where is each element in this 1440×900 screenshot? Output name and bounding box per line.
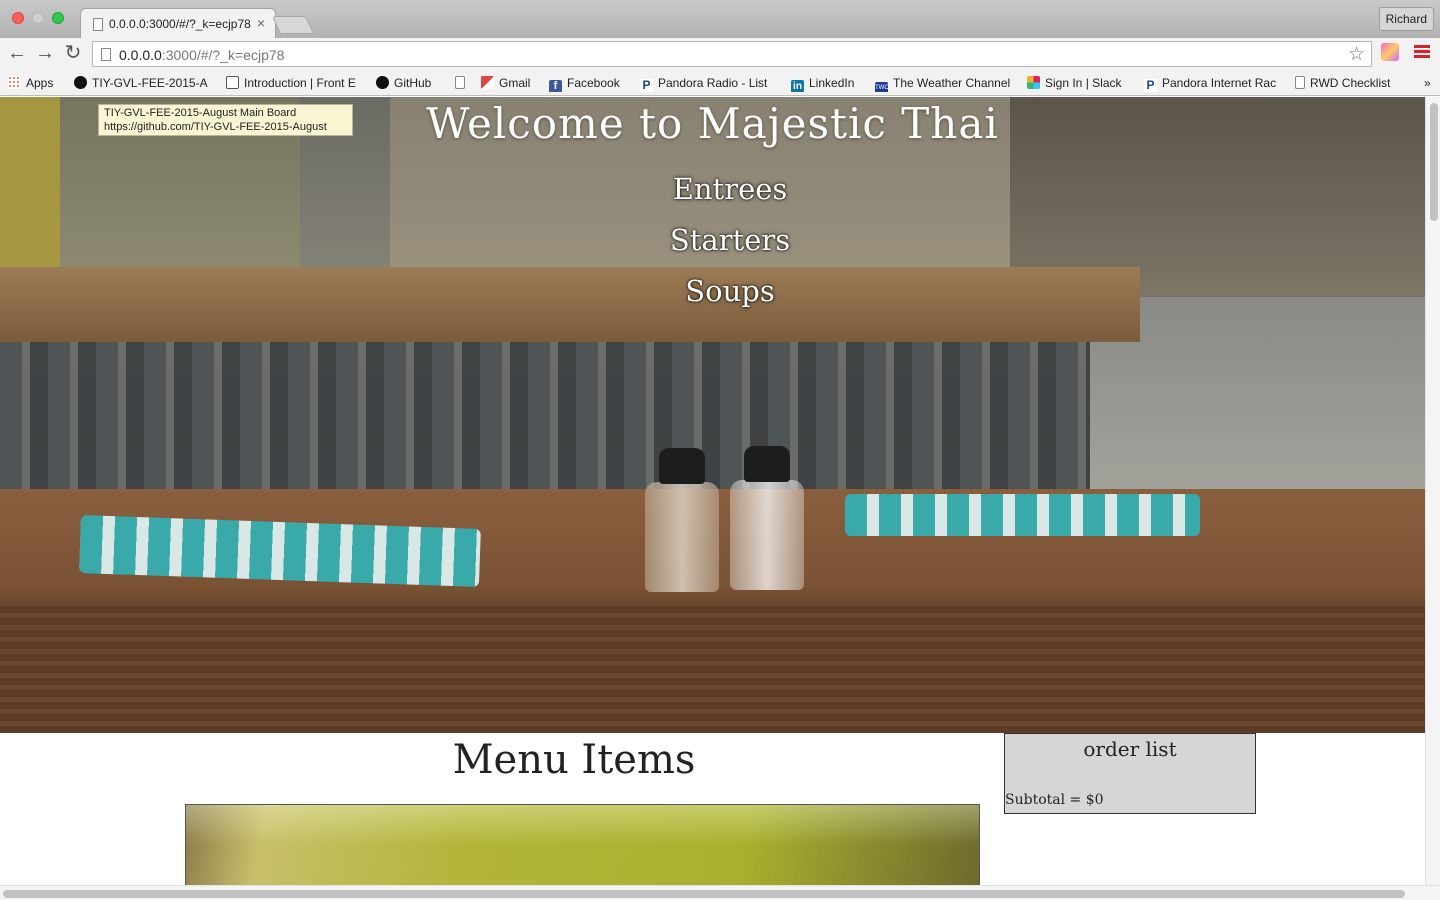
subtotal-text: Subtotal = $0: [1005, 792, 1104, 808]
page-content: Welcome to Majestic Thai Entrees Starter…: [0, 97, 1425, 885]
horizontal-scrollbar[interactable]: [0, 885, 1440, 900]
bookmark-label: Introduction | Front E: [244, 76, 356, 90]
browser-tab-active[interactable]: 0.0.0.0:3000/#/?_k=ecjp78 ×: [80, 8, 276, 38]
minimize-window-button[interactable]: [32, 12, 44, 24]
hero-bg-table-edge: [0, 602, 1425, 733]
bookmark-label: Gmail: [499, 76, 531, 90]
bookmark-label: RWD Checklist: [1310, 76, 1391, 90]
apps-icon: [8, 76, 21, 89]
menu-item-image-highlight: [186, 805, 979, 845]
bookmark-slack[interactable]: Sign In | Slack: [1027, 74, 1122, 92]
bookmark-star-icon[interactable]: ☆: [1348, 43, 1365, 66]
browser-toolbar: ← → ↻ 0.0.0.0:3000/#/?_k=ecjp78 ☆: [0, 38, 1440, 70]
bookmark-label: Pandora Internet Rac: [1162, 76, 1277, 90]
bookmark-label: Facebook: [567, 76, 620, 90]
url-path: :3000/#/?_k=ecjp78: [161, 47, 285, 63]
bookmark-label: Pandora Radio - List: [658, 76, 768, 90]
order-list-title: order list: [1083, 737, 1177, 761]
menu-items-title: Menu Items: [452, 737, 696, 783]
bookmark-label: TIY-GVL-FEE-2015-A: [92, 76, 208, 90]
menu-item-image: [185, 804, 980, 885]
tooltip-title: TIY-GVL-FEE-2015-August Main Board: [104, 107, 297, 119]
book-icon: [226, 76, 239, 89]
bookmark-rwd-checklist[interactable]: RWD Checklist: [1295, 74, 1390, 92]
nav-starters[interactable]: Starters: [0, 220, 1425, 271]
nav-soups[interactable]: Soups: [0, 271, 1425, 322]
horizontal-scroll-thumb[interactable]: [3, 890, 1405, 898]
linkedin-icon: in: [791, 80, 804, 92]
new-tab-button[interactable]: [271, 16, 315, 34]
chrome-menu-icon[interactable]: [1414, 45, 1430, 59]
order-list-panel: order list Subtotal = $0: [1004, 733, 1256, 814]
github-icon: [376, 76, 389, 89]
pandora-icon: P: [1144, 79, 1157, 92]
profile-button[interactable]: Richard: [1378, 7, 1434, 31]
bookmark-label: GitHub: [394, 76, 432, 90]
forward-arrow-icon[interactable]: →: [33, 42, 57, 66]
reload-icon[interactable]: ↻: [61, 42, 85, 66]
tab-close-icon[interactable]: ×: [257, 15, 265, 31]
bookmark-weather-channel[interactable]: TWC The Weather Channel: [875, 74, 1010, 92]
bookmark-label: The Weather Channel: [893, 76, 1011, 90]
menu-category-nav: Entrees Starters Soups: [0, 169, 1425, 322]
page-icon: [1295, 76, 1305, 89]
bookmarks-bar: Apps TIY-GVL-FEE-2015-A Introduction | F…: [0, 70, 1440, 96]
tab-title: 0.0.0.0:3000/#/?_k=ecjp78: [109, 17, 251, 31]
hero-banner: Welcome to Majestic Thai Entrees Starter…: [0, 97, 1425, 733]
tooltip-url: https://github.com/TIY-GVL-FEE-2015-Augu…: [104, 121, 327, 133]
nav-entrees[interactable]: Entrees: [0, 169, 1425, 220]
vertical-scrollbar[interactable]: [1425, 97, 1440, 885]
back-arrow-icon[interactable]: ←: [5, 42, 29, 66]
maximize-window-button[interactable]: [52, 12, 64, 24]
browser-tab-strip: 0.0.0.0:3000/#/?_k=ecjp78 × Richard: [0, 0, 1440, 38]
bookmark-label: Sign In | Slack: [1045, 76, 1122, 90]
bookmark-facebook[interactable]: f Facebook: [549, 74, 620, 92]
link-tooltip: TIY-GVL-FEE-2015-August Main Board https…: [98, 104, 353, 136]
bookmarks-overflow-chevron-icon[interactable]: »: [1424, 74, 1431, 92]
bookmark-pandora-internet[interactable]: P Pandora Internet Rac: [1144, 74, 1279, 92]
bookmark-apps[interactable]: Apps: [8, 74, 53, 92]
hero-bg-pepper-shaker: [645, 448, 719, 592]
page-icon: [455, 76, 465, 89]
vertical-scroll-thumb[interactable]: [1430, 103, 1438, 221]
bookmark-label: LinkedIn: [809, 76, 855, 90]
bookmark-pandora-list[interactable]: P Pandora Radio - List: [640, 74, 776, 92]
hero-bg-salt-shaker: [730, 446, 804, 590]
bookmark-gmail[interactable]: Gmail: [481, 74, 530, 92]
github-icon: [74, 76, 87, 89]
gmail-icon: [481, 76, 494, 89]
pandora-icon: P: [640, 79, 653, 92]
url-text[interactable]: 0.0.0.0:3000/#/?_k=ecjp78: [119, 47, 284, 63]
extension-icon[interactable]: [1381, 43, 1399, 61]
bookmark-github[interactable]: GitHub: [376, 74, 431, 92]
bookmark-linkedin[interactable]: in LinkedIn: [791, 74, 854, 92]
close-window-button[interactable]: [12, 12, 24, 24]
slack-icon: [1027, 76, 1040, 89]
facebook-icon: f: [549, 80, 562, 92]
page-icon: [93, 18, 103, 31]
weather-channel-icon: TWC: [875, 82, 889, 92]
bookmark-blank[interactable]: [455, 74, 470, 92]
hero-bg-napkin-right: [845, 494, 1200, 536]
page-icon: [101, 48, 111, 61]
bookmark-tiy-gvl[interactable]: TIY-GVL-FEE-2015-A: [74, 74, 214, 92]
bookmark-label: Apps: [26, 76, 54, 90]
bookmark-introduction[interactable]: Introduction | Front E: [226, 74, 362, 92]
url-host: 0.0.0.0: [119, 47, 162, 63]
address-bar[interactable]: 0.0.0.0:3000/#/?_k=ecjp78 ☆: [92, 41, 1372, 67]
